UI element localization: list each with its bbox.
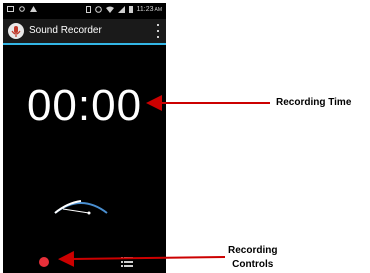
recording-controls-arrow: [58, 250, 226, 267]
recording-controls-label-line1: Recording: [228, 245, 278, 256]
recording-time-label: Recording Time: [276, 97, 352, 108]
recording-controls-label-line2: Controls: [232, 259, 274, 270]
callout-arrows: [58, 95, 270, 267]
recording-controls-label: Recording Controls: [228, 244, 277, 272]
